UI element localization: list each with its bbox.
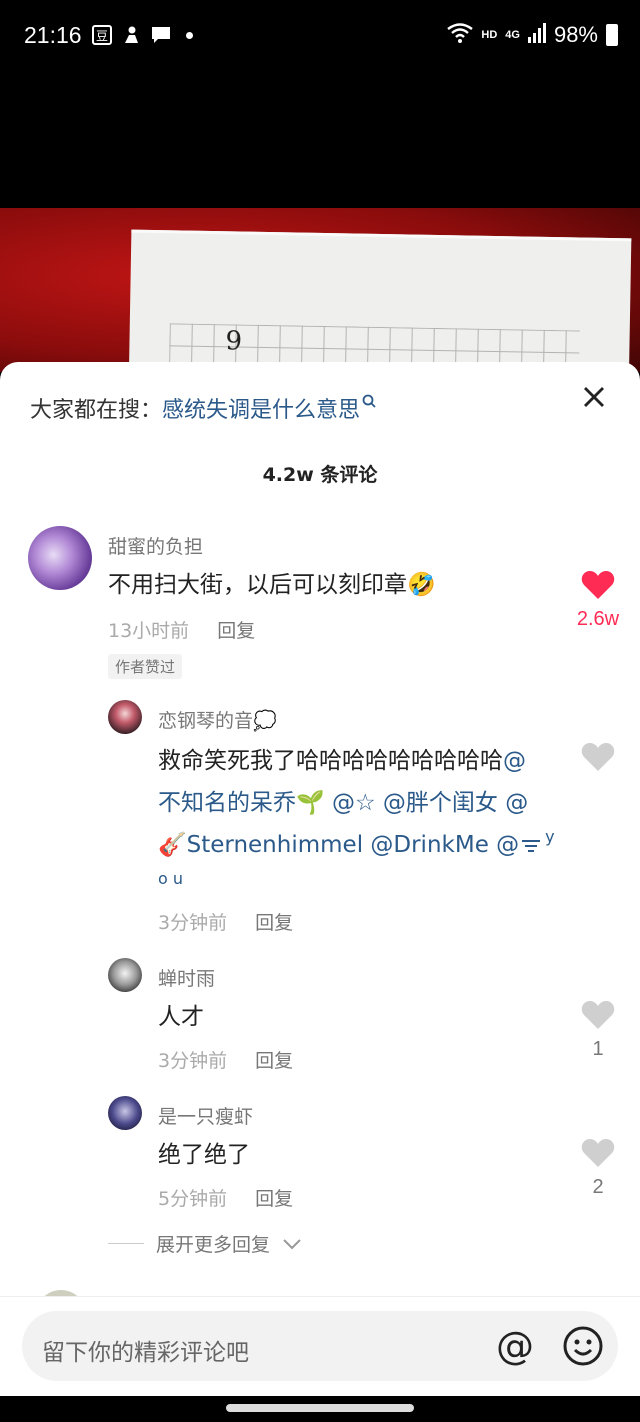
home-gesture-handle[interactable] [226,1404,414,1412]
system-nav-bar [0,1396,640,1422]
chevron-down-icon [282,1233,302,1255]
status-right: HD 4G 98% [447,22,618,48]
mention-tail-y[interactable]: y [545,827,554,846]
reply-meta: 3分钟前 回复 [158,1046,293,1073]
signal-icon [527,23,546,47]
comment-author[interactable]: 甜蜜的负担 [108,532,203,559]
video-paper: 9 [128,229,632,372]
search-suggestion-term[interactable]: 感统失调是什么意思 [162,392,360,424]
mention-links-line-3[interactable]: 🎸Sternenhimmel @DrinkMe @ y [158,824,578,868]
reply-author[interactable]: 恋钢琴的音💭 [158,706,277,733]
reply-author[interactable]: 是一只瘦虾 [158,1102,253,1129]
reply-button[interactable]: 回复 [255,908,293,935]
mention-links-line-3-text[interactable]: 🎸Sternenhimmel @DrinkMe @ [158,832,519,858]
comment-count: 4.2w 条评论 [262,464,378,486]
search-icon [362,393,376,412]
reply-text: 绝了绝了 [158,1142,250,1168]
app-notification-icon-2 [120,24,142,46]
battery-percent: 98% [553,22,598,47]
comment-text: 不用扫大街，以后可以刻印章🤣 [108,572,436,598]
like-button[interactable]: 2 [568,1138,628,1199]
heart-icon [581,1001,615,1029]
wifi-icon [447,23,474,47]
mention-button[interactable]: @ [496,1325,534,1367]
reply-text-line-1: 救命笑死我了哈哈哈哈哈哈哈哈哈@ [158,740,578,782]
like-count: 2 [592,1176,604,1198]
search-suggestion[interactable]: 大家都在搜： 感统失调是什么意思 [30,392,376,424]
expand-more-label: 展开更多回复 [156,1234,271,1256]
status-bar: 21:16 豆 HD 4G 98% [0,0,640,72]
notification-icons: 豆 [92,24,193,46]
avatar[interactable] [108,700,142,734]
reply-meta: 5分钟前 回复 [158,1184,293,1211]
more-notifications-dot [186,31,193,39]
comment-meta: 13小时前 回复 [108,616,255,643]
paper-handwriting: 9 [225,326,243,357]
network-type: HD [481,29,498,41]
like-button[interactable]: 2.6w [568,570,628,631]
expand-more-replies[interactable]: 展开更多回复 [108,1230,302,1257]
avatar[interactable] [28,526,92,590]
heart-icon [581,743,615,771]
video-player[interactable]: 9 [0,72,640,372]
status-time: 21:16 [24,22,82,48]
mention-link[interactable]: @ [503,748,526,774]
avatar[interactable] [108,958,142,992]
app-notification-icon: 豆 [92,25,112,45]
mention-links-line-2[interactable]: 不知名的呆乔🌱 @☆ @胖个闺女 @ [158,782,578,824]
reply-button[interactable]: 回复 [217,616,255,643]
avatar[interactable] [108,1096,142,1130]
emoji-icon[interactable] [562,1325,604,1367]
reply-text: 人才 [158,1004,204,1030]
close-icon [584,387,604,407]
reply-button[interactable]: 回复 [255,1046,293,1073]
reply-meta: 3分钟前 回复 [158,908,293,935]
mention-links-line-4[interactable]: o u [158,868,578,890]
search-suggestion-label: 大家都在搜： [30,398,163,423]
signal-type: 4G [505,29,520,41]
comment-time: 13小时前 [108,620,190,642]
menu-lines-icon [521,825,541,867]
comment-input-placeholder: 留下你的精彩评论吧 [42,1340,249,1366]
reply-time: 5分钟前 [158,1188,228,1210]
like-button[interactable]: 1 [568,1000,628,1061]
like-count: 1 [592,1038,604,1060]
divider-line [108,1243,144,1244]
battery-icon [606,24,618,46]
comment-input[interactable]: 留下你的精彩评论吧 @ [22,1311,618,1381]
reply-button[interactable]: 回复 [255,1184,293,1211]
chat-notification-icon [150,24,172,46]
close-button[interactable] [582,386,606,410]
reply-time: 3分钟前 [158,1050,228,1072]
reply-author[interactable]: 蝉时雨 [158,964,215,991]
like-count: 2.6w [576,608,620,630]
heart-filled-icon [581,571,615,599]
like-button[interactable] [568,742,628,772]
reply-text: 救命笑死我了哈哈哈哈哈哈哈哈哈@ 不知名的呆乔🌱 @☆ @胖个闺女 @ 🎸Ste… [158,740,578,890]
comment-sheet: 大家都在搜： 感统失调是什么意思 4.2w 条评论 甜蜜的负担 不用扫大街，以后… [0,362,640,1396]
comment-input-bar: 留下你的精彩评论吧 @ [0,1296,640,1396]
reply-text-plain: 救命笑死我了哈哈哈哈哈哈哈哈哈 [158,748,503,774]
reply-time: 3分钟前 [158,912,228,934]
author-liked-badge: 作者赞过 [108,654,183,679]
heart-icon [581,1139,615,1167]
